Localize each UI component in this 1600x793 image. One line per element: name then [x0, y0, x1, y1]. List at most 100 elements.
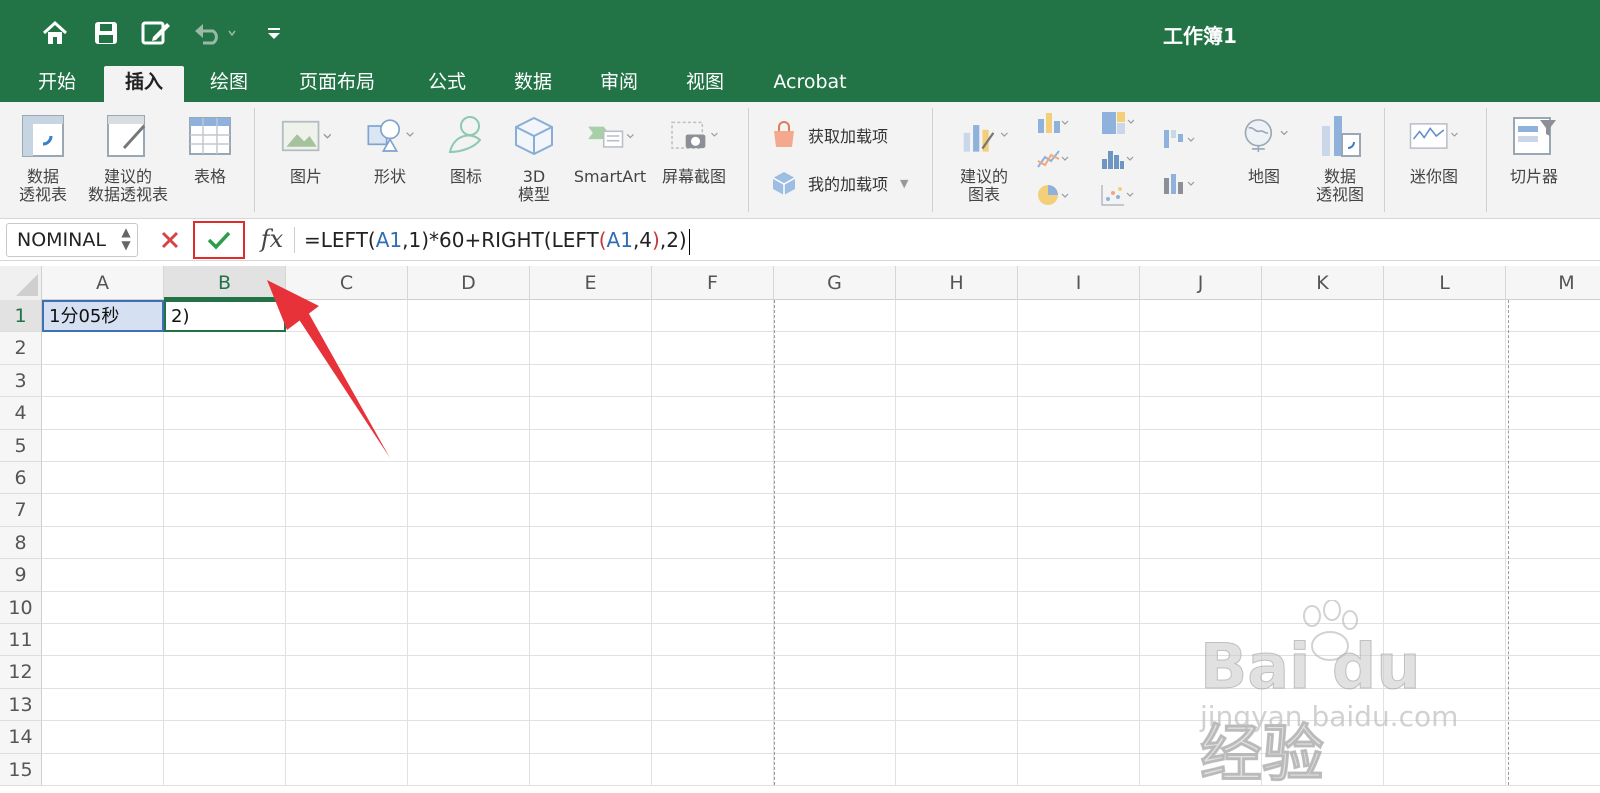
get-addins-button[interactable]: 获取加载项: [770, 120, 888, 150]
column-header-m[interactable]: M: [1506, 266, 1600, 300]
cell-k5[interactable]: [1262, 429, 1384, 462]
tab-insert[interactable]: 插入: [104, 66, 184, 102]
cell-i3[interactable]: [1018, 364, 1140, 398]
cell-b8[interactable]: [164, 526, 286, 560]
table-button[interactable]: 表格: [180, 110, 240, 186]
cell-g14[interactable]: [774, 721, 896, 754]
cell-d5[interactable]: [408, 429, 530, 462]
name-box-stepper-icon[interactable]: ▲ ▼: [119, 226, 133, 252]
cell-h4[interactable]: [896, 397, 1018, 430]
cell-c3[interactable]: [286, 364, 408, 398]
cell-a6[interactable]: [42, 462, 164, 495]
cell-l3[interactable]: [1384, 364, 1506, 398]
cell-d8[interactable]: [408, 526, 530, 560]
cell-m14[interactable]: [1506, 721, 1600, 754]
row-header-12[interactable]: 12: [0, 656, 42, 689]
cell-a4[interactable]: [42, 397, 164, 430]
cell-e14[interactable]: [530, 721, 652, 754]
cell-m5[interactable]: [1506, 430, 1600, 462]
cell-k4[interactable]: [1262, 397, 1384, 430]
cell-e10[interactable]: [530, 591, 652, 624]
tab-page-layout[interactable]: 页面布局: [282, 66, 392, 102]
cell-b14[interactable]: [164, 721, 286, 754]
cell-d13[interactable]: [408, 688, 530, 722]
name-box[interactable]: NOMINAL ▲ ▼: [6, 223, 138, 257]
cell-f9[interactable]: [652, 559, 774, 592]
cell-d3[interactable]: [408, 364, 530, 398]
cell-k1[interactable]: [1262, 300, 1384, 333]
cell-j1[interactable]: [1140, 300, 1262, 333]
cell-k6[interactable]: [1262, 462, 1384, 495]
cell-g6[interactable]: [774, 462, 896, 495]
cell-l12[interactable]: [1384, 656, 1506, 689]
icons-button[interactable]: 图标: [436, 110, 496, 186]
cell-i1[interactable]: [1018, 300, 1140, 333]
cell-i6[interactable]: [1018, 462, 1140, 495]
cell-d9[interactable]: [408, 559, 530, 592]
cell-i11[interactable]: [1018, 624, 1140, 657]
cell-l7[interactable]: [1384, 494, 1506, 527]
tab-data[interactable]: 数据: [498, 66, 568, 102]
cell-f4[interactable]: [652, 397, 774, 430]
cell-a12[interactable]: [42, 656, 164, 689]
cell-e13[interactable]: [530, 688, 652, 722]
cell-a11[interactable]: [42, 624, 164, 657]
cell-k9[interactable]: [1262, 559, 1384, 592]
cell-l14[interactable]: [1384, 721, 1506, 754]
column-header-c[interactable]: C: [286, 266, 408, 300]
cell-c14[interactable]: [286, 721, 408, 754]
edit-document-icon[interactable]: [138, 16, 174, 50]
cell-a1[interactable]: 1分05秒: [42, 300, 164, 333]
hierarchy-chart-icon[interactable]: [1100, 108, 1134, 138]
cell-g2[interactable]: [774, 332, 896, 365]
cell-b13[interactable]: [164, 688, 286, 722]
cell-b15[interactable]: [164, 753, 286, 786]
cell-l9[interactable]: [1384, 559, 1506, 592]
cell-k7[interactable]: [1262, 494, 1384, 527]
cell-f6[interactable]: [652, 462, 774, 495]
row-header-3[interactable]: 3: [0, 364, 42, 398]
row-header-10[interactable]: 10: [0, 591, 42, 624]
cell-g5[interactable]: [774, 429, 896, 462]
cell-h8[interactable]: [896, 526, 1018, 560]
cell-d7[interactable]: [408, 494, 530, 527]
cell-b2[interactable]: [164, 332, 286, 365]
cell-h12[interactable]: [896, 656, 1018, 689]
cell-l4[interactable]: [1384, 397, 1506, 430]
cell-m13[interactable]: [1506, 689, 1600, 722]
cell-m10[interactable]: [1506, 592, 1600, 624]
cell-e15[interactable]: [530, 753, 652, 786]
cell-h9[interactable]: [896, 559, 1018, 592]
row-header-13[interactable]: 13: [0, 688, 42, 722]
tab-draw[interactable]: 绘图: [196, 66, 262, 102]
cell-a5[interactable]: [42, 429, 164, 462]
pie-chart-icon[interactable]: [1036, 180, 1070, 210]
column-header-j[interactable]: J: [1140, 266, 1262, 300]
cell-l6[interactable]: [1384, 462, 1506, 495]
cell-e2[interactable]: [530, 332, 652, 365]
cell-b3[interactable]: [164, 364, 286, 398]
cell-c2[interactable]: [286, 332, 408, 365]
tab-view[interactable]: 视图: [670, 66, 740, 102]
cell-m2[interactable]: [1506, 332, 1600, 365]
cell-c7[interactable]: [286, 494, 408, 527]
cell-h14[interactable]: [896, 721, 1018, 754]
cell-k10[interactable]: [1262, 591, 1384, 624]
cell-e11[interactable]: [530, 624, 652, 657]
undo-icon[interactable]: [190, 16, 240, 50]
cell-g15[interactable]: [774, 753, 896, 786]
row-header-2[interactable]: 2: [0, 332, 42, 365]
row-header-5[interactable]: 5: [0, 429, 42, 462]
cell-b11[interactable]: [164, 624, 286, 657]
cell-j4[interactable]: [1140, 397, 1262, 430]
cell-m7[interactable]: [1506, 494, 1600, 527]
cell-m15[interactable]: [1506, 754, 1600, 786]
cell-f5[interactable]: [652, 429, 774, 462]
column-header-l[interactable]: L: [1384, 266, 1506, 300]
cell-c4[interactable]: [286, 397, 408, 430]
cell-c10[interactable]: [286, 591, 408, 624]
cell-g12[interactable]: [774, 656, 896, 689]
cell-i10[interactable]: [1018, 591, 1140, 624]
cell-a3[interactable]: [42, 364, 164, 398]
cell-d6[interactable]: [408, 462, 530, 495]
